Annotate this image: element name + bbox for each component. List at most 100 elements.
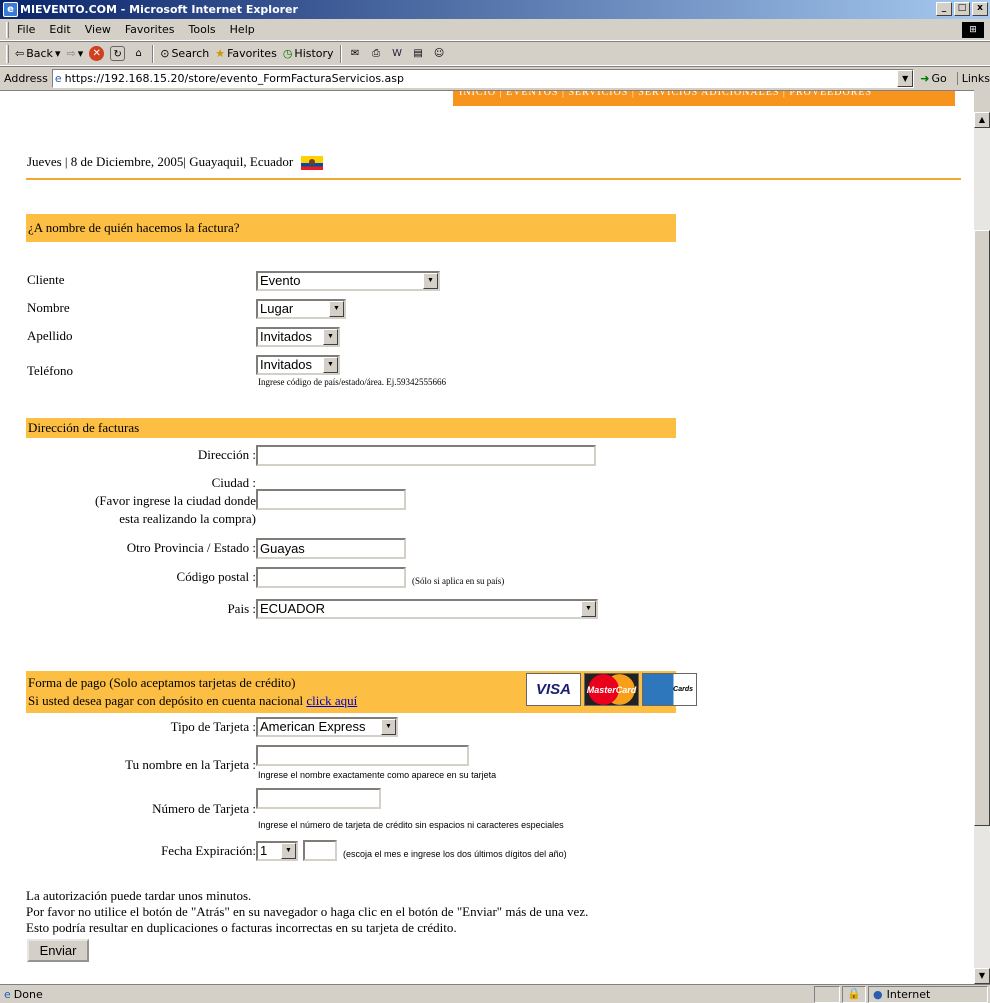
address-label: Address [4,72,48,85]
history-label: History [294,47,334,60]
enviar-button[interactable]: Enviar [27,939,89,962]
vertical-scrollbar[interactable]: ▲ ▼ [974,112,990,984]
messenger-icon[interactable]: ☺ [432,46,447,61]
status-pane-lock: 🔒 [842,985,866,1003]
pais-select[interactable]: ECUADOR ▼ [256,599,598,619]
tipo-tarjeta-value: American Express [260,719,366,734]
amex-card-icon: Cards [642,673,697,706]
address-section-header: Dirección de facturas [26,418,676,438]
window-title: MIEVENTO.COM - Microsoft Internet Explor… [20,3,298,16]
go-button[interactable]: ➜ Go [920,72,946,85]
back-label: Back [26,47,53,60]
discuss-icon[interactable]: ▤ [411,46,426,61]
payment-section-header: Forma de pago (Solo aceptamos tarjetas d… [26,671,697,713]
ciudad-label-line2: (Favor ingrese la ciudad donde [94,493,256,508]
nombre-tarjeta-hint: Ingrese el nombre exactamente como apare… [258,770,497,780]
zone-text: Internet [886,987,931,1001]
provincia-input[interactable]: Guayas [256,538,406,559]
mes-select[interactable]: 1 ▼ [256,841,298,861]
cliente-value: Evento [260,273,301,288]
numero-tarjeta-hint: Ingrese el número de tarjeta de crédito … [258,820,564,830]
billing-section-header: ¿A nombre de quién hacemos la factura? [26,214,676,242]
anio-input[interactable] [303,840,337,861]
cliente-select[interactable]: Evento ▼ [256,271,440,291]
fecha-hint: (escoja el mes e ingrese los dos últimos… [343,849,567,859]
home-icon[interactable]: ⌂ [131,46,146,61]
history-icon: ◷ [282,47,293,60]
standard-toolbar: ⇦ Back ▾ ⇨ ▾ ✕ ↻ ⌂ ⊙ Search ★ Favorites ◷ Hist… [0,41,990,66]
maximize-button[interactable]: □ [954,2,970,16]
stop-icon[interactable]: ✕ [89,46,105,61]
minimize-button[interactable]: _ [936,2,952,16]
windows-logo-icon: ⊞ [962,22,984,38]
postal-hint: (Sólo si aplica en su país) [412,576,505,586]
close-button[interactable]: x [972,2,988,16]
numero-tarjeta-label: Número de Tarjeta : [152,801,256,816]
toolbar-separator [152,44,155,63]
chevron-down-icon: ▼ [381,719,396,735]
back-button[interactable]: ⇦ Back ▾ [15,47,60,60]
ciudad-label-line1: Ciudad : [211,475,256,490]
dropdown-arrow-icon: ▾ [77,47,84,60]
direccion-input[interactable] [256,445,596,466]
amex-text: Cards [673,685,693,693]
menu-edit[interactable]: Edit [49,23,70,36]
address-input[interactable]: e https://192.168.15.20/store/evento_For… [51,69,915,88]
mail-icon[interactable]: ✉ [348,46,363,61]
search-label: Search [171,47,210,60]
address-dropdown-arrow-icon[interactable]: ▼ [897,70,914,87]
menu-file[interactable]: File [17,23,35,36]
numero-tarjeta-input[interactable] [256,788,381,809]
nombre-tarjeta-input[interactable] [256,745,469,766]
menu-help[interactable]: Help [230,23,255,36]
search-icon: ⊙ [160,47,170,60]
note-line-1: La autorización puede tardar unos minuto… [26,888,252,903]
nombre-label: Nombre [27,300,70,315]
telefono-select[interactable]: Invitados ▼ [256,355,340,375]
status-left: e Done [0,988,814,1001]
forward-button[interactable]: ⇨ ▾ [66,47,83,60]
toolbar-grip [6,44,9,63]
toolbar-grip [6,21,9,38]
go-arrow-icon: ➜ [920,72,930,85]
postal-input[interactable] [256,567,406,588]
history-button[interactable]: ◷ History [283,47,334,60]
apellido-select[interactable]: Invitados ▼ [256,327,340,347]
chevron-down-icon: ▼ [323,357,338,373]
ecuador-flag-icon [301,156,324,171]
nombre-select[interactable]: Lugar ▼ [256,299,346,319]
top-nav[interactable]: INICIO | EVENTOS | SERVICIOS | SERVICIOS… [453,91,955,106]
chevron-down-icon: ▼ [581,601,596,617]
provincia-label: Otro Provincia / Estado : [126,540,256,555]
scroll-up-arrow-icon[interactable]: ▲ [974,112,990,128]
edit-word-icon[interactable]: W [390,46,405,61]
telefono-hint: Ingrese código de país/estado/área. Ej.5… [258,377,446,387]
tipo-tarjeta-select[interactable]: American Express ▼ [256,717,398,737]
toolbar-separator [339,44,342,63]
print-icon[interactable]: ⎙ [369,46,384,61]
status-text: Done [13,987,43,1001]
ciudad-input[interactable] [256,489,406,510]
menu-tools[interactable]: Tools [189,23,216,36]
links-button[interactable]: Links [956,72,990,85]
visa-text: VISA [535,680,571,698]
pais-value: ECUADOR [260,601,326,616]
menu-view[interactable]: View [85,23,111,36]
click-aqui-link[interactable]: click aquí [306,693,357,708]
nombre-tarjeta-label: Tu nombre en la Tarjeta : [125,757,256,772]
favorites-icon: ★ [215,47,226,60]
scroll-thumb[interactable] [974,230,990,826]
window-titlebar: e MIEVENTO.COM - Microsoft Internet Expl… [0,0,990,19]
nombre-value: Lugar [260,301,294,316]
divider [26,178,961,180]
scroll-down-arrow-icon[interactable]: ▼ [974,968,990,984]
menu-favorites[interactable]: Favorites [125,23,175,36]
lock-icon: 🔒 [847,986,861,1000]
go-label: Go [931,72,947,85]
browser-viewport: INICIO | EVENTOS | SERVICIOS | SERVICIOS… [0,90,974,984]
direccion-label: Dirección : [197,447,256,462]
refresh-icon[interactable]: ↻ [110,46,126,61]
search-button[interactable]: ⊙ Search [160,47,209,60]
telefono-value: Invitados [260,357,313,372]
favorites-button[interactable]: ★ Favorites [215,47,277,60]
